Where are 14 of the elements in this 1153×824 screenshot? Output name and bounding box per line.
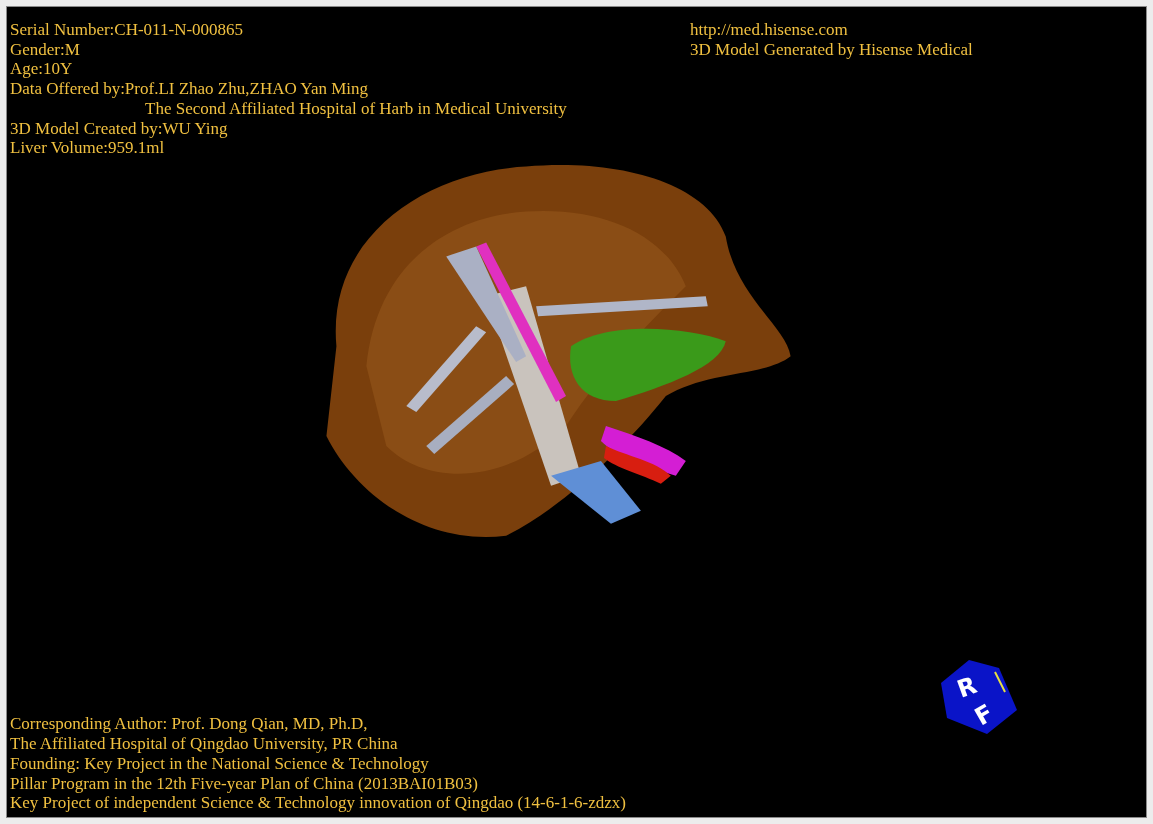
- info-text: Liver Volume:959.1ml: [10, 138, 165, 158]
- info-text: Data Offered by:Prof.LI Zhao Zhu,ZHAO Yan Ming: [10, 79, 369, 99]
- info-text: Age:10Y: [10, 59, 73, 79]
- info-text: The Second Affiliated Hospital of Harb in Medical University: [145, 98, 567, 118]
- info-text: 3D Model Created by:WU Ying: [10, 118, 228, 138]
- info-text: http://med.hisense.com: [690, 20, 848, 39]
- info-text: Gender:M: [10, 39, 80, 59]
- info-text: Serial Number:CH-011-N-000865: [10, 20, 244, 39]
- credit-text: The Affiliated Hospital of Qingdao University, PR China: [10, 734, 398, 754]
- credit-text: Founding: Key Project in the National Science & Technology: [10, 753, 429, 773]
- credit-text: Corresponding Author: Prof. Dong Qian, MD, Ph.D,: [10, 714, 368, 734]
- credit-text: Key Project of independent Science & Technology innovation of Qingdao (14-6-1-6-zdzx): [10, 793, 626, 813]
- info-text: 3D Model Generated by Hisense Medical: [690, 39, 973, 59]
- credit-text: Pillar Program in the 12th Five-year Plan of China (2013BAI01B03): [10, 773, 478, 793]
